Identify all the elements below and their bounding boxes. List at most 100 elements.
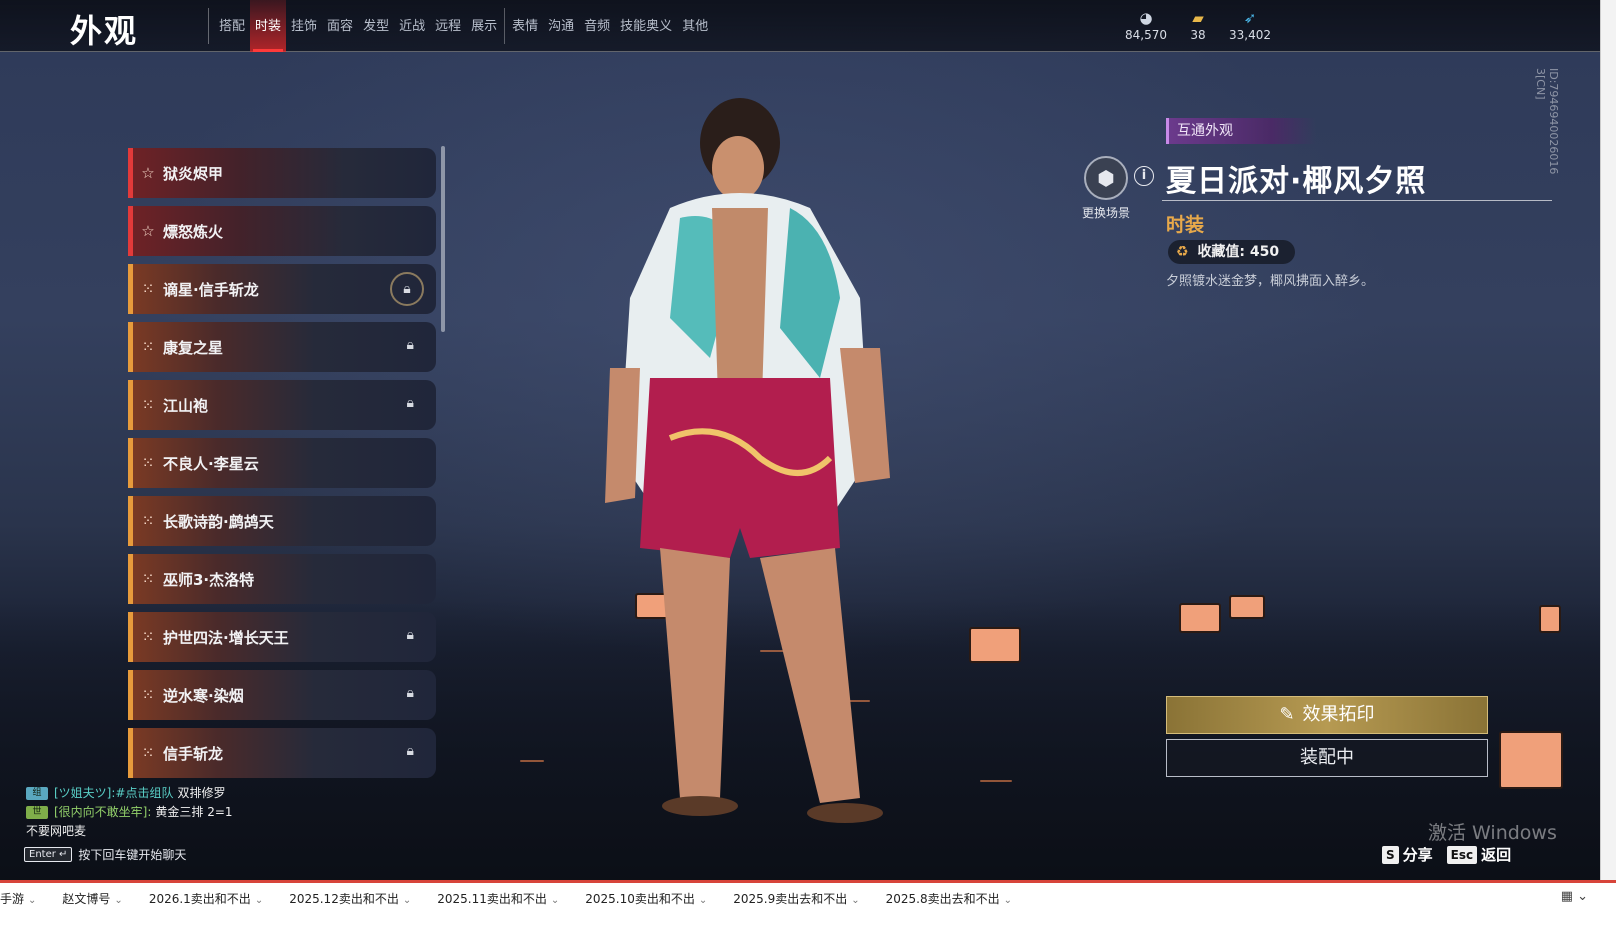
list-item[interactable]: ☆ 狱炎烬甲 bbox=[128, 148, 436, 198]
cross-swords-icon: ⁙ bbox=[141, 454, 155, 472]
grid-view-icon[interactable]: ▦ ⌄ bbox=[1561, 889, 1588, 904]
currency-feather-value: 33,402 bbox=[1229, 28, 1271, 42]
bookmark-label: 2025.10卖出和不出 bbox=[585, 892, 695, 906]
bookmark-folder[interactable]: 2025.12卖出和不出 ⌄ bbox=[289, 889, 423, 909]
effect-rubbing-button[interactable]: ✎ 效果拓印 bbox=[1166, 696, 1488, 734]
info-icon[interactable]: i bbox=[1134, 166, 1154, 186]
page-title: 外观 bbox=[70, 12, 139, 50]
cross-platform-tag: 互通外观 bbox=[1166, 118, 1316, 144]
list-item[interactable]: ⁙ 逆水寒·染烟 🔒︎ bbox=[128, 670, 436, 720]
bookmark-list: 手游 ⌄ 赵文博号 ⌄ 2026.1卖出和不出 ⌄ 2025.12卖出和不出 ⌄ 202… bbox=[0, 889, 1038, 909]
currency-bar: ◕ 84,570 ▰ 38 ➶ 33,402 bbox=[1120, 8, 1276, 42]
chat-message: 双排修罗 bbox=[177, 786, 226, 800]
bookmark-folder[interactable]: 2025.10卖出和不出 ⌄ bbox=[585, 889, 719, 909]
cross-swords-icon: ⁙ bbox=[141, 280, 155, 298]
bookmark-label: 2025.11卖出和不出 bbox=[437, 892, 547, 906]
bottom-actions: S 分享 Esc 返回 bbox=[1382, 844, 1525, 865]
tab-accessory[interactable]: 挂饰 bbox=[286, 0, 322, 52]
tab-outfit-set[interactable]: 搭配 bbox=[214, 0, 250, 52]
enter-key-icon: Enter ↵ bbox=[24, 847, 73, 862]
bookmark-bar: 手游 ⌄ 赵文博号 ⌄ 2026.1卖出和不出 ⌄ 2025.12卖出和不出 ⌄ 202… bbox=[0, 880, 1616, 939]
equipped-button[interactable]: 装配中 bbox=[1166, 739, 1488, 777]
change-scene-button[interactable]: ⬢ bbox=[1084, 156, 1128, 200]
list-item-name: 狱炎烬甲 bbox=[163, 164, 224, 183]
list-item[interactable]: ⁙ 康复之星 🔒︎ bbox=[128, 322, 436, 372]
list-item-name: 熛怒炼火 bbox=[163, 222, 224, 241]
tab-divider bbox=[504, 8, 506, 44]
currency-ticket: ▰ 38 bbox=[1172, 8, 1224, 42]
tab-emote[interactable]: 表情 bbox=[507, 0, 543, 52]
list-item-name: 护世四法·增长天王 bbox=[163, 628, 289, 647]
currency-feather: ➶ 33,402 bbox=[1224, 8, 1276, 42]
currency-coin: ◕ 84,570 bbox=[1120, 8, 1172, 42]
windows-activation-watermark: 激活 Windows bbox=[1428, 822, 1557, 844]
list-item[interactable]: ☆ 熛怒炼火 bbox=[128, 206, 436, 256]
bookmark-folder[interactable]: 2025.8卖出去和不出 ⌄ bbox=[886, 889, 1024, 909]
chevron-down-icon: ⌄ bbox=[114, 895, 123, 906]
bookmark-folder[interactable]: 2025.9卖出去和不出 ⌄ bbox=[733, 889, 871, 909]
tab-hairstyle[interactable]: 发型 bbox=[358, 0, 394, 52]
list-scrollbar[interactable] bbox=[441, 146, 445, 332]
chat-speaker[interactable]: [ツ姐夫ツ]:#点击组队 bbox=[54, 784, 173, 803]
list-item[interactable]: ⁙ 长歌诗韵·鹧鸪天 bbox=[128, 496, 436, 546]
tab-other[interactable]: 其他 bbox=[677, 0, 713, 52]
top-bar: 外观 搭配 时装 挂饰 面容 发型 近战 远程 展示 表情 沟通 音频 技能奥义… bbox=[0, 0, 1600, 52]
chat-message: 黄金三排 2=1 bbox=[155, 805, 233, 819]
lock-icon: 🔒︎ bbox=[390, 272, 424, 306]
item-category: 时装 bbox=[1166, 214, 1205, 236]
bookmark-label: 赵文博号 bbox=[62, 892, 111, 906]
channel-badge-icon: 组 bbox=[26, 787, 48, 800]
tab-fashion[interactable]: 时装 bbox=[250, 0, 287, 52]
character-model[interactable] bbox=[590, 98, 950, 838]
cross-swords-icon: ⁙ bbox=[141, 570, 155, 588]
feather-icon: ➶ bbox=[1243, 9, 1257, 27]
lock-icon: 🔒︎ bbox=[406, 337, 414, 353]
cross-swords-icon: ⁙ bbox=[141, 338, 155, 356]
tab-audio[interactable]: 音频 bbox=[579, 0, 615, 52]
back-button[interactable]: Esc 返回 bbox=[1446, 844, 1511, 865]
chat-message: 不要网吧麦 bbox=[26, 824, 87, 838]
list-item-name: 信手斩龙 bbox=[163, 744, 224, 763]
tab-melee[interactable]: 近战 bbox=[394, 0, 430, 52]
tab-ranged[interactable]: 远程 bbox=[430, 0, 466, 52]
star-icon: ☆ bbox=[141, 164, 155, 182]
bookmark-label: 2025.12卖出和不出 bbox=[289, 892, 399, 906]
tab-face[interactable]: 面容 bbox=[322, 0, 358, 52]
bookmark-folder[interactable]: 手游 ⌄ bbox=[0, 889, 48, 909]
tab-communication[interactable]: 沟通 bbox=[543, 0, 579, 52]
share-label: 分享 bbox=[1402, 846, 1433, 864]
cross-swords-icon: ⁙ bbox=[141, 744, 155, 762]
list-item[interactable]: ⁙ 护世四法·增长天王 🔒︎ bbox=[128, 612, 436, 662]
character-torso bbox=[712, 208, 768, 398]
list-item[interactable]: ⁙ 巫师3·杰洛特 bbox=[128, 554, 436, 604]
character-left-leg bbox=[660, 548, 730, 798]
chat-input-hint[interactable]: Enter ↵ 按下回车键开始聊天 bbox=[24, 846, 186, 863]
effect-rubbing-label: 效果拓印 bbox=[1302, 704, 1375, 725]
item-description: 夕照镀水迷金梦，椰风拂面入醉乡。 bbox=[1166, 274, 1375, 289]
coin-icon: ◕ bbox=[1139, 9, 1153, 27]
collection-value: 450 bbox=[1249, 244, 1280, 260]
bookmark-folder[interactable]: 2025.11卖出和不出 ⌄ bbox=[437, 889, 571, 909]
chat-input-text: 按下回车键开始聊天 bbox=[78, 848, 187, 862]
list-item[interactable]: ⁙ 谪星·信手斩龙 🔒︎ bbox=[128, 264, 436, 314]
outfit-list[interactable]: ☆ 狱炎烬甲 ☆ 熛怒炼火 ⁙ 谪星·信手斩龙 🔒︎ ⁙ 康复之星 🔒︎ ⁙ 江… bbox=[128, 148, 446, 798]
cross-swords-icon: ⁙ bbox=[141, 512, 155, 530]
title-divider bbox=[208, 8, 209, 44]
ticket-icon: ▰ bbox=[1192, 9, 1204, 27]
collection-icon: ♻ bbox=[1176, 244, 1189, 260]
chat-speaker[interactable]: [很内向不敢坐牢]: bbox=[54, 803, 151, 822]
list-item[interactable]: ⁙ 不良人·李星云 bbox=[128, 438, 436, 488]
share-button[interactable]: S 分享 bbox=[1382, 844, 1433, 865]
collection-value-badge: ♻ 收藏值: 450 bbox=[1168, 240, 1296, 264]
list-item-name: 谪星·信手斩龙 bbox=[163, 280, 259, 299]
bookmark-folder[interactable]: 赵文博号 ⌄ bbox=[62, 889, 134, 909]
chat-line: 组 [ツ姐夫ツ]:#点击组队 双排修罗 bbox=[26, 784, 233, 803]
chevron-down-icon: ⌄ bbox=[1003, 895, 1013, 906]
list-item[interactable]: ⁙ 信手斩龙 🔒︎ bbox=[128, 728, 436, 778]
tab-skill-ultimate[interactable]: 技能奥义 bbox=[615, 0, 677, 52]
character-face bbox=[712, 136, 764, 200]
bookmark-folder[interactable]: 2026.1卖出和不出 ⌄ bbox=[149, 889, 275, 909]
chevron-down-icon: ⌄ bbox=[851, 895, 860, 906]
tab-display[interactable]: 展示 bbox=[466, 0, 502, 52]
list-item[interactable]: ⁙ 江山袍 🔒︎ bbox=[128, 380, 436, 430]
